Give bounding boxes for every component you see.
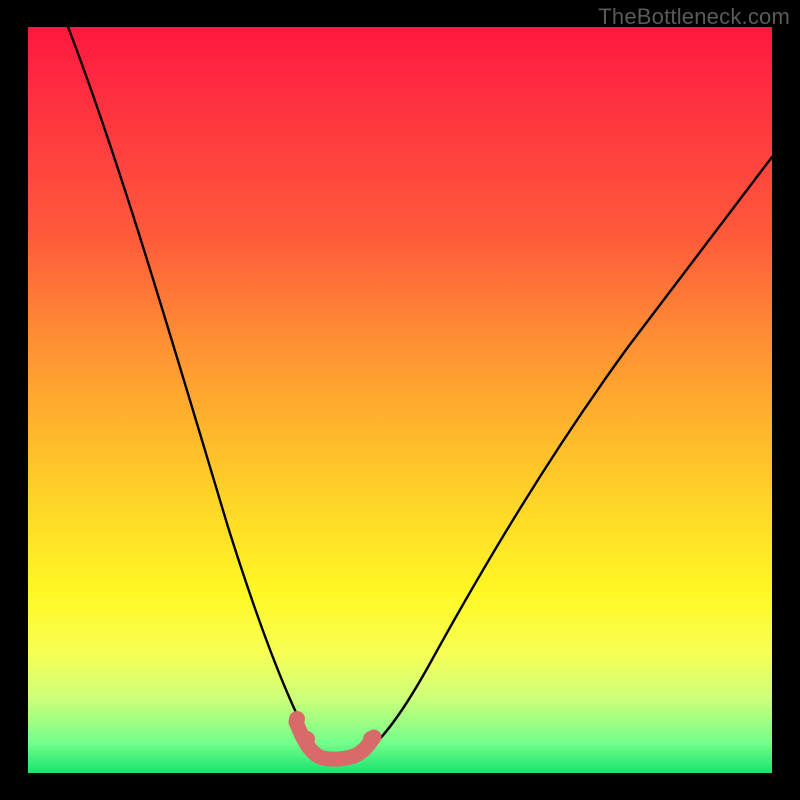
bottleneck-curve xyxy=(68,27,772,760)
highlight-dot xyxy=(289,711,305,727)
highlight-dot xyxy=(363,731,379,747)
watermark-text: TheBottleneck.com xyxy=(598,4,790,30)
chart-frame: TheBottleneck.com xyxy=(0,0,800,800)
plot-area xyxy=(28,27,772,773)
highlight-dot xyxy=(299,731,315,747)
chart-svg xyxy=(28,27,772,773)
